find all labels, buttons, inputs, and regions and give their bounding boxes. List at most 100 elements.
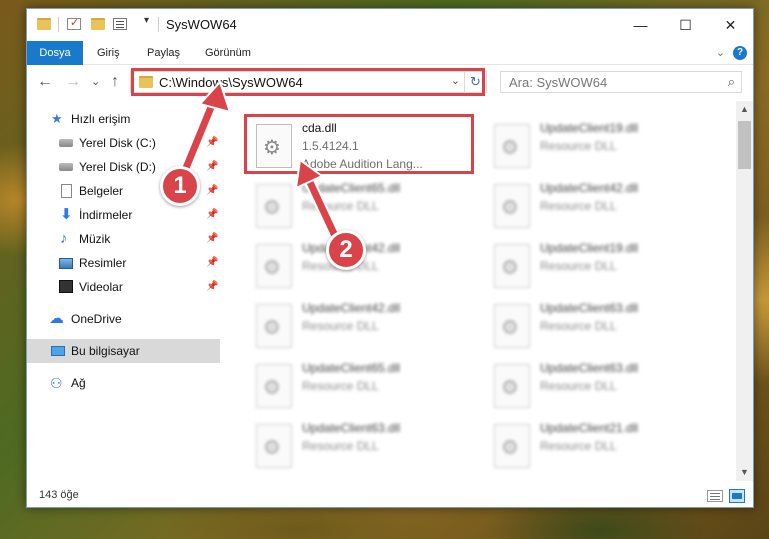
annotation-badge-1: 1 — [160, 166, 200, 206]
navigation-bar: ← → ⌄ ↑ C:\Windows\SysWOW64 ⌄ ↻ Ara: Sys… — [27, 65, 753, 101]
file-item[interactable]: UpdateClient21.dll Resource DLL — [482, 414, 712, 474]
sidebar-item-downloads[interactable]: ⬇ İndirmeler 📌 — [27, 203, 220, 227]
file-version: Resource DLL — [302, 199, 379, 213]
search-input[interactable]: Ara: SysWOW64 ⌕ — [500, 71, 742, 93]
pin-icon[interactable]: 📌 — [206, 179, 218, 203]
sidebar-item-quick-access[interactable]: ★ Hızlı erişim — [27, 107, 220, 131]
tab-dosya[interactable]: Dosya — [27, 41, 83, 65]
file-version: Resource DLL — [540, 139, 617, 153]
file-version: Resource DLL — [540, 259, 617, 273]
star-icon: ★ — [51, 111, 63, 126]
pin-icon[interactable]: 📌 — [206, 227, 218, 251]
search-icon[interactable]: ⌕ — [728, 74, 735, 90]
file-highlight-box — [244, 114, 474, 174]
up-icon[interactable]: ↑ — [111, 73, 119, 91]
item-count: 143 öğe — [39, 489, 79, 501]
file-name: UpdateClient21.dll — [540, 421, 639, 435]
annotation-badge-2: 2 — [326, 230, 366, 270]
music-icon: ♪ — [60, 230, 68, 247]
sidebar-item-local-disk-c[interactable]: Yerel Disk (C:) 📌 — [27, 131, 220, 155]
dll-file-icon — [494, 304, 530, 348]
file-list: UpdateClient21.dllResource DLLUpdateClie… — [232, 101, 735, 481]
sidebar-item-videos[interactable]: Videolar 📌 — [27, 275, 220, 299]
search-placeholder: Ara: SysWOW64 — [509, 75, 608, 90]
sidebar-item-label: Yerel Disk (D:) — [79, 160, 156, 174]
dll-file-icon — [256, 184, 292, 228]
file-item[interactable]: UpdateClient19.dll Resource DLL — [482, 234, 712, 294]
drive-icon — [59, 139, 73, 147]
pin-icon[interactable]: 📌 — [206, 203, 218, 227]
dll-file-icon — [494, 124, 530, 168]
details-view-icon[interactable] — [707, 490, 723, 502]
file-name: UpdateClient63.dll — [302, 421, 401, 435]
new-folder-icon[interactable] — [91, 18, 105, 30]
file-name: UpdateClient19.dll — [540, 121, 639, 135]
window-title: SysWOW64 — [166, 17, 237, 32]
dll-file-icon — [256, 424, 292, 468]
pictures-icon — [59, 258, 73, 269]
view-options-icon[interactable] — [113, 18, 127, 30]
download-icon: ⬇ — [60, 206, 73, 223]
expand-ribbon-icon[interactable]: ⌄ — [716, 46, 725, 59]
forward-icon[interactable]: → — [65, 73, 81, 91]
back-icon[interactable]: ← — [37, 73, 53, 91]
file-name: UpdateClient63.dll — [540, 301, 639, 315]
dll-file-icon — [494, 364, 530, 408]
sidebar-item-label: Bu bilgisayar — [71, 344, 140, 358]
file-item[interactable]: UpdateClient42.dll Resource DLL — [244, 294, 474, 354]
scroll-up-icon[interactable]: ▲ — [736, 101, 753, 118]
address-highlight-box — [131, 68, 485, 96]
navigation-pane: ★ Hızlı erişim Yerel Disk (C:) 📌 Yerel D… — [27, 101, 220, 481]
file-explorer-window: ▾ SysWOW64 — ☐ ✕ Dosya Giriş Paylaş Görü… — [26, 8, 754, 508]
file-item[interactable]: UpdateClient63.dll Resource DLL — [482, 354, 712, 414]
maximize-button[interactable]: ☐ — [663, 9, 708, 41]
file-version: Resource DLL — [302, 379, 379, 393]
file-item[interactable]: UpdateClient42.dll Resource DLL — [482, 174, 712, 234]
tab-giris[interactable]: Giriş — [95, 41, 122, 65]
file-item[interactable]: UpdateClient63.dll Resource DLL — [244, 414, 474, 474]
file-version: Resource DLL — [540, 439, 617, 453]
dll-file-icon — [256, 364, 292, 408]
sidebar-item-this-pc[interactable]: Bu bilgisayar — [27, 339, 220, 363]
vertical-scrollbar[interactable]: ▲ ▼ — [736, 101, 753, 481]
sidebar-item-music[interactable]: ♪ Müzik 📌 — [27, 227, 220, 251]
pin-icon[interactable]: 📌 — [206, 251, 218, 275]
file-item[interactable]: UpdateClient65.dll Resource DLL — [244, 174, 474, 234]
properties-check-icon[interactable] — [67, 16, 81, 30]
recent-locations-icon[interactable]: ⌄ — [91, 75, 100, 88]
dll-file-icon — [494, 184, 530, 228]
file-version: Resource DLL — [302, 319, 379, 333]
sidebar-item-label: İndirmeler — [79, 208, 133, 222]
file-version: Resource DLL — [540, 379, 617, 393]
file-item[interactable]: UpdateClient65.dll Resource DLL — [244, 354, 474, 414]
sidebar-item-pictures[interactable]: Resimler 📌 — [27, 251, 220, 275]
dll-file-icon — [494, 424, 530, 468]
sidebar-item-label: OneDrive — [71, 312, 122, 326]
sidebar-item-label: Ağ — [71, 376, 86, 390]
minimize-button[interactable]: — — [618, 9, 663, 41]
file-name: UpdateClient65.dll — [302, 361, 401, 375]
sidebar-item-network[interactable]: ⚇ Ağ — [27, 371, 220, 395]
tab-paylas[interactable]: Paylaş — [145, 41, 182, 65]
help-icon[interactable]: ? — [733, 46, 747, 60]
sidebar-item-label: Müzik — [79, 232, 111, 246]
pin-icon[interactable]: 📌 — [206, 275, 218, 299]
close-button[interactable]: ✕ — [708, 9, 753, 41]
title-bar: ▾ SysWOW64 — ☐ ✕ — [27, 9, 753, 41]
file-name: UpdateClient42.dll — [302, 301, 401, 315]
scroll-thumb[interactable] — [738, 121, 751, 169]
quick-access-dropdown-icon[interactable]: ▾ — [144, 15, 149, 26]
sidebar-item-onedrive[interactable]: ☁ OneDrive — [27, 307, 220, 331]
sidebar-item-label: Yerel Disk (C:) — [79, 136, 156, 150]
pin-icon[interactable]: 📌 — [206, 155, 218, 179]
separator — [58, 17, 59, 32]
file-item[interactable]: UpdateClient63.dll Resource DLL — [482, 294, 712, 354]
scroll-down-icon[interactable]: ▼ — [736, 464, 753, 481]
tab-gorunum[interactable]: Görünüm — [203, 41, 253, 65]
large-icons-view-icon[interactable] — [729, 489, 745, 503]
separator — [158, 17, 159, 32]
dll-file-icon — [256, 244, 292, 288]
file-item[interactable]: UpdateClient19.dll Resource DLL — [482, 114, 712, 174]
pin-icon[interactable]: 📌 — [206, 131, 218, 155]
file-name: UpdateClient65.dll — [302, 181, 401, 195]
